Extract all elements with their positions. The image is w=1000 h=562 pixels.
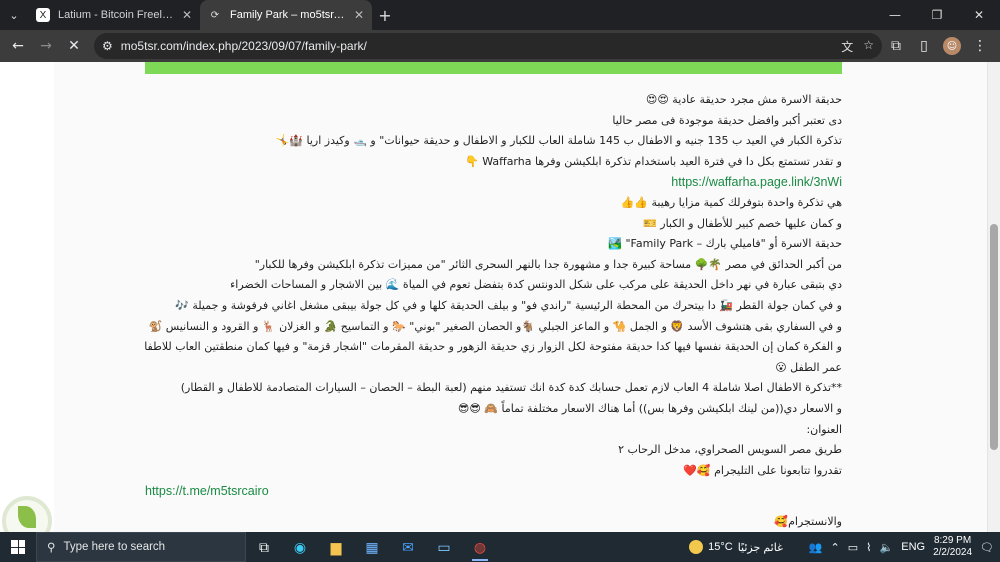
article-line (145, 502, 842, 512)
extensions-icon[interactable]: ⧉ (882, 32, 910, 60)
tab-title: Latium - Bitcoin Freelance Mark (58, 9, 174, 21)
chrome-icon[interactable]: ◍ (462, 532, 498, 562)
article-link[interactable]: https://waffarha.page.link/3nWi (145, 172, 842, 193)
article-line: و في السفاري بقى هتشوف الأسد 🦁 و الجمل 🐪… (148, 319, 842, 333)
volume-icon[interactable]: 🔈 (880, 541, 894, 554)
stop-loading-button[interactable]: ✕ (60, 32, 88, 60)
new-tab-button[interactable]: + (372, 6, 398, 25)
close-tab-icon[interactable]: ✕ (354, 8, 364, 22)
menu-kebab-icon[interactable]: ⋮ (966, 32, 994, 60)
taskbar-search[interactable]: ⚲ Type here to search (36, 532, 246, 562)
weather-temp: 15°C (708, 541, 733, 553)
article-line: **تذكرة الاطفال اصلا شاملة 4 العاب لازم … (180, 381, 842, 395)
article-line: تذكرة الكبار في العيد ب 135 جنيه و الاطف… (275, 134, 842, 148)
article-line: والانستجرام🥰 (774, 514, 842, 528)
network-icon[interactable]: ▭ (848, 541, 858, 554)
partly-cloudy-icon (689, 540, 704, 554)
article-line: و في كمان جولة القطر 🚂 دا بيتحرك من المح… (175, 298, 842, 312)
browser-toolbar: ← → ✕ ⚙ mo5tsr.com/index.php/2023/09/07/… (0, 30, 1000, 62)
url-text: mo5tsr.com/index.php/2023/09/07/family-p… (120, 39, 367, 53)
windows-taskbar: ⚲ Type here to search ⧉ ◉ ▆ ▦ ✉ ▭ ◍ 15°C… (0, 532, 1000, 562)
people-icon[interactable]: 👥 (809, 541, 823, 554)
close-tab-icon[interactable]: ✕ (182, 8, 192, 22)
close-window-icon[interactable]: ✕ (958, 8, 1000, 22)
window-controls: — ❐ ✕ (874, 8, 1000, 22)
site-logo-badge[interactable] (0, 494, 54, 532)
article-line: دى تعتبر أكبر وافضل حديقة موجودة فى مصر … (612, 113, 842, 127)
start-button[interactable] (0, 532, 36, 562)
language-indicator[interactable]: ENG (901, 541, 925, 553)
back-button[interactable]: ← (4, 32, 32, 60)
restore-icon[interactable]: ❐ (916, 8, 958, 22)
system-tray: 15°C غائم جزئيًا 👥 ⌃ ▭ ⌇ 🔈 ENG 8:29 PM 2… (689, 535, 1000, 559)
screen-app-icon[interactable]: ▭ (426, 532, 462, 562)
article-line: تقدروا تتابعونا على التليجرام 🥰❤️ (683, 463, 842, 477)
weather-widget[interactable]: 15°C غائم جزئيًا (689, 540, 783, 554)
article-link[interactable]: https://t.me/m5tsrcairo (145, 481, 842, 502)
forward-button[interactable]: → (32, 32, 60, 60)
article-line: حديقة الاسرة أو "فاميلي بارك – Family Pa… (608, 237, 842, 251)
search-icon: ⚲ (47, 542, 56, 554)
profile-avatar[interactable]: ☺ (938, 32, 966, 60)
article-line: طريق مصر السويس الصحراوي، مدخل الرحاب ٢ (618, 443, 842, 457)
article-line: من أكبر الحدائق في مصر 🌴🌳 مساحة كبيرة جد… (254, 257, 842, 271)
page-viewport: حديقة الاسرة مش مجرد حديقة عادية 😍😍 دى تع… (0, 62, 1000, 532)
address-bar[interactable]: ⚙ mo5tsr.com/index.php/2023/09/07/family… (94, 33, 882, 59)
tab-strip: ⌄ X Latium - Bitcoin Freelance Mark ✕ ⟳ … (0, 0, 1000, 30)
scrollbar-thumb[interactable] (990, 224, 998, 450)
tab-title: Family Park – mo5tsr.com (230, 9, 346, 21)
article-line: و كمان عليها خصم كبير للأطفال و الكبار 🎫 (643, 216, 842, 230)
article-line: حديقة الاسرة مش مجرد حديقة عادية 😍😍 (645, 93, 842, 106)
green-banner (145, 62, 842, 74)
article-line: دي بتبقى عبارة في نهر داخل الحديقة على م… (230, 278, 842, 292)
article-line: و تقدر تستمتع بكل دا في فترة العيد باستخ… (465, 154, 842, 168)
article-line: العنوان: (806, 422, 842, 436)
tab-search-icon[interactable]: ⌄ (0, 0, 28, 30)
loading-icon: ⟳ (210, 9, 220, 21)
site-info-icon[interactable]: ⚙ (102, 39, 113, 53)
tab-latium[interactable]: X Latium - Bitcoin Freelance Mark ✕ (28, 0, 200, 30)
article-line: و الاسعار دي((من لينك ابلكيشن وفرها بس))… (457, 401, 842, 415)
file-explorer-icon[interactable]: ▆ (318, 532, 354, 562)
edge-icon[interactable]: ◉ (282, 532, 318, 562)
store-icon[interactable]: ▦ (354, 532, 390, 562)
side-panel-icon[interactable]: ▯ (910, 32, 938, 60)
minimize-icon[interactable]: — (874, 8, 916, 22)
notifications-icon[interactable]: 🗨 (980, 541, 994, 554)
clock-date: 2/2/2024 (933, 547, 973, 558)
article-line: هي تذكرة واحدة بتوفرلك كمية مزايا رهيبة … (620, 195, 842, 209)
clock[interactable]: 8:29 PM 2/2/2024 (933, 535, 972, 559)
translate-icon[interactable]: 文 (841, 38, 853, 55)
weather-desc: غائم جزئيًا (737, 541, 783, 554)
bookmark-star-icon[interactable]: ☆ (863, 38, 874, 55)
x-logo-icon: X (36, 8, 50, 22)
chevron-up-icon[interactable]: ⌃ (831, 541, 840, 554)
task-view-icon[interactable]: ⧉ (246, 532, 282, 562)
tab-family-park[interactable]: ⟳ Family Park – mo5tsr.com ✕ (200, 0, 372, 30)
article-line: و الفكرة كمان إن الحديقة نفسها فيها كدا … (145, 340, 842, 354)
clock-time: 8:29 PM (933, 535, 972, 546)
article-line: عمر الطفل 😮 (775, 360, 842, 374)
windows-logo-icon (11, 540, 25, 554)
article-body: حديقة الاسرة مش مجرد حديقة عادية 😍😍 دى تع… (145, 90, 842, 532)
search-placeholder: Type here to search (63, 541, 166, 553)
avatar: ☺ (943, 37, 961, 55)
wifi-off-icon[interactable]: ⌇ (866, 541, 871, 554)
mail-icon[interactable]: ✉ (390, 532, 426, 562)
